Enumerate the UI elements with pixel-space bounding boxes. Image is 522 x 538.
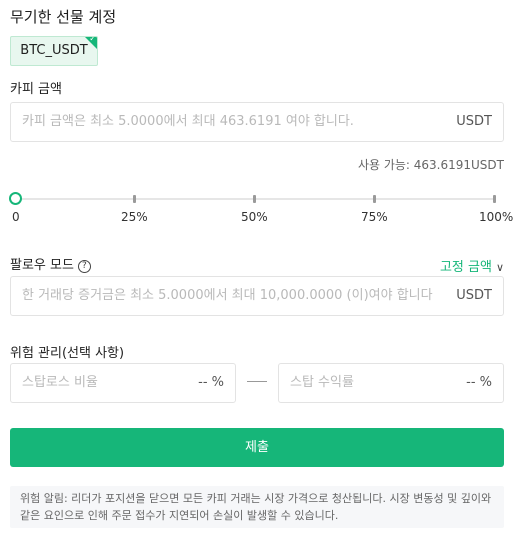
copy-amount-placeholder: 카피 금액은 최소 5.0000에서 최대 463.6191 여야 합니다. <box>22 114 354 129</box>
slider-tick-25[interactable] <box>133 195 136 203</box>
pair-tag[interactable]: BTC_USDT ✓ <box>10 36 98 66</box>
tick-label-50: 50% <box>241 210 268 224</box>
range-separator <box>247 381 267 382</box>
tick-label-0: 0 <box>12 210 20 224</box>
follow-mode-label: 팔로우 모드 <box>10 258 74 273</box>
check-icon: ✓ <box>89 36 96 43</box>
margin-per-trade-input[interactable]: 한 거래당 증거금은 최소 5.0000에서 최대 10,000.0000 (이… <box>10 276 504 316</box>
copy-amount-unit: USDT <box>452 103 492 141</box>
submit-button[interactable]: 제출 <box>10 428 504 467</box>
pair-label: BTC_USDT <box>20 43 88 58</box>
take-profit-placeholder: 스탑 수익률 <box>290 375 354 390</box>
tick-label-100: 100% <box>479 210 514 224</box>
available-balance: 사용 가능: 463.6191USDT <box>357 158 504 172</box>
risk-notice: 위험 알림: 리더가 포지션을 닫으면 모든 카피 거래는 시장 가격으로 청산… <box>10 486 504 528</box>
tick-label-75: 75% <box>361 210 388 224</box>
follow-mode-select[interactable]: 고정 금액 ∨ <box>440 256 504 275</box>
slider-tick-75[interactable] <box>373 195 376 203</box>
slider-tick-100[interactable] <box>493 195 496 203</box>
slider-handle[interactable] <box>9 192 22 205</box>
tick-label-25: 25% <box>121 210 148 224</box>
stop-loss-unit: -- % <box>198 375 224 390</box>
help-circle-icon[interactable]: ? <box>77 260 91 273</box>
take-profit-unit: -- % <box>466 375 492 390</box>
chevron-down-icon: ∨ <box>495 261 504 274</box>
take-profit-input[interactable]: 스탑 수익률 -- % <box>278 363 504 403</box>
margin-per-trade-placeholder: 한 거래당 증거금은 최소 5.0000에서 최대 10,000.0000 (이… <box>22 288 433 303</box>
stop-loss-placeholder: 스탑로스 비율 <box>22 375 98 390</box>
follow-mode-header: 팔로우 모드? <box>10 254 91 273</box>
copy-amount-input[interactable]: 카피 금액은 최소 5.0000에서 최대 463.6191 여야 합니다. U… <box>10 102 504 142</box>
risk-management-label: 위험 관리(선택 사항) <box>10 346 125 361</box>
stop-loss-input[interactable]: 스탑로스 비율 -- % <box>10 363 236 403</box>
copy-amount-label: 카피 금액 <box>10 82 62 97</box>
follow-mode-value: 고정 금액 <box>439 260 492 275</box>
page-title: 무기한 선물 계정 <box>10 8 117 26</box>
amount-slider-track[interactable] <box>16 198 496 200</box>
slider-tick-50[interactable] <box>253 195 256 203</box>
margin-per-trade-unit: USDT <box>452 277 492 315</box>
